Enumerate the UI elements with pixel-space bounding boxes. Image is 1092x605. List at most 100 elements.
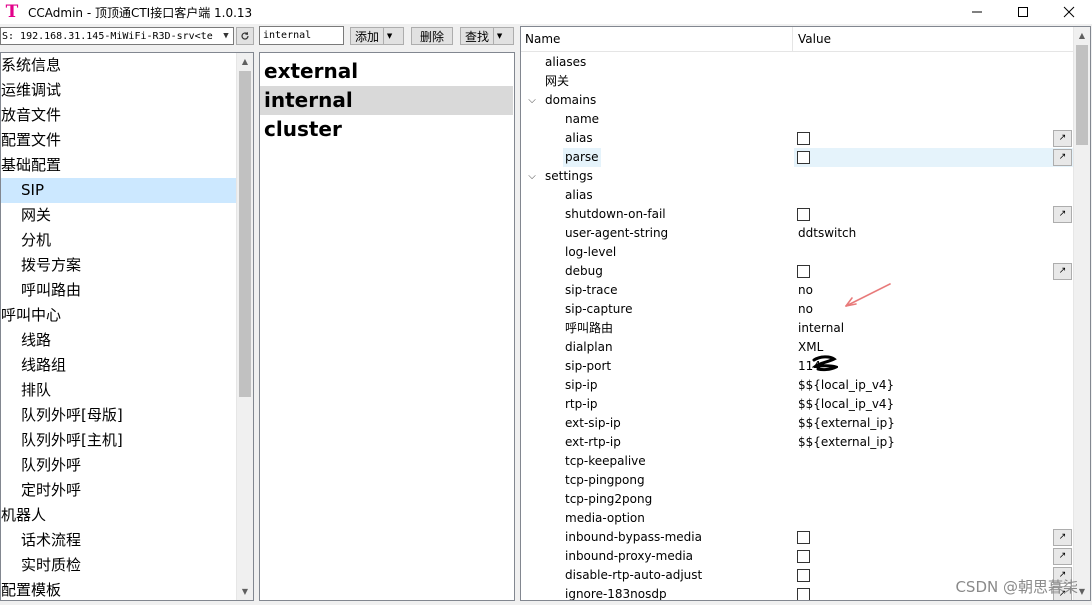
property-row[interactable]: inbound-bypass-media ↗ [521, 528, 1074, 547]
property-row[interactable]: rtp-ip $${local_ip_v4} [521, 395, 1074, 414]
property-row[interactable]: user-agent-string ddtswitch [521, 224, 1074, 243]
property-value[interactable]: no [794, 300, 1074, 319]
nav-item[interactable]: 线路 [1, 328, 237, 353]
nav-item[interactable]: 系统信息 [1, 53, 237, 78]
property-value[interactable] [794, 53, 1074, 72]
property-row[interactable]: inbound-proxy-media ↗ [521, 547, 1074, 566]
nav-item[interactable]: 队列外呼 [1, 453, 237, 478]
property-value[interactable]: $${external_ip} [794, 414, 1074, 433]
profile-item[interactable]: external [260, 57, 514, 86]
property-checkbox[interactable] [797, 531, 810, 544]
nav-item[interactable]: 分机 [1, 228, 237, 253]
property-row[interactable]: ⌵ domains [521, 91, 1074, 110]
edit-value-button[interactable]: ↗ [1053, 263, 1072, 280]
property-row[interactable]: log-level [521, 243, 1074, 262]
nav-item[interactable]: 拨号方案 [1, 253, 237, 278]
nav-item[interactable]: 配置文件 [1, 128, 237, 153]
property-value[interactable]: no [794, 281, 1074, 300]
host-select[interactable]: S: 192.168.31.145-MiWiFi-R3D-srv<te ▼ [0, 27, 234, 45]
property-row[interactable]: dialplan XML [521, 338, 1074, 357]
property-value[interactable]: internal [794, 319, 1074, 338]
nav-item[interactable]: 排队 [1, 378, 237, 403]
property-row[interactable]: tcp-ping2pong [521, 490, 1074, 509]
property-row[interactable]: debug ↗ [521, 262, 1074, 281]
property-checkbox[interactable] [797, 151, 810, 164]
nav-item[interactable]: 运维调试 [1, 78, 237, 103]
property-value[interactable] [794, 91, 1074, 110]
property-value[interactable] [794, 110, 1074, 129]
property-row[interactable]: alias ↗ [521, 129, 1074, 148]
nav-item[interactable]: 机器人 [1, 503, 237, 528]
property-row[interactable]: 呼叫路由 internal [521, 319, 1074, 338]
property-row[interactable]: tcp-pingpong [521, 471, 1074, 490]
property-checkbox[interactable] [797, 265, 810, 278]
property-value[interactable] [794, 452, 1074, 471]
property-checkbox[interactable] [797, 588, 810, 600]
add-button[interactable]: 添加 ▼ [350, 27, 404, 45]
property-value[interactable]: $${external_ip} [794, 433, 1074, 452]
property-checkbox[interactable] [797, 132, 810, 145]
nav-item[interactable]: 呼叫中心 [1, 303, 237, 328]
refresh-button[interactable] [236, 27, 254, 45]
close-button[interactable] [1046, 0, 1092, 24]
nav-item[interactable]: 放音文件 [1, 103, 237, 128]
property-value[interactable] [794, 471, 1074, 490]
scroll-thumb[interactable] [1076, 45, 1088, 145]
scroll-thumb[interactable] [239, 71, 251, 397]
nav-item[interactable]: 线路组 [1, 353, 237, 378]
nav-scrollbar[interactable]: ▲ ▼ [236, 53, 253, 600]
property-row[interactable]: sip-trace no [521, 281, 1074, 300]
property-value[interactable] [794, 72, 1074, 91]
property-value[interactable]: $${local_ip_v4} [794, 376, 1074, 395]
search-input[interactable] [259, 26, 344, 45]
property-value[interactable]: ddtswitch [794, 224, 1074, 243]
scroll-up-icon[interactable]: ▲ [1074, 27, 1090, 44]
edit-value-button[interactable]: ↗ [1053, 206, 1072, 223]
property-row[interactable]: 网关 [521, 72, 1074, 91]
nav-item[interactable]: 实时质检 [1, 553, 237, 578]
profile-item[interactable]: internal [260, 86, 513, 115]
minimize-button[interactable] [954, 0, 1000, 24]
property-checkbox[interactable] [797, 569, 810, 582]
nav-item[interactable]: SIP [1, 178, 237, 203]
property-value[interactable] [794, 243, 1074, 262]
property-value[interactable]: $${local_ip_v4} [794, 395, 1074, 414]
edit-value-button[interactable]: ↗ [1053, 529, 1072, 546]
property-row[interactable]: media-option [521, 509, 1074, 528]
property-checkbox[interactable] [797, 550, 810, 563]
expand-chevron-icon[interactable]: ⌵ [526, 167, 538, 186]
property-row[interactable]: sip-ip $${local_ip_v4} [521, 376, 1074, 395]
profile-item[interactable]: cluster [260, 115, 514, 144]
property-checkbox[interactable] [797, 208, 810, 221]
nav-item[interactable]: 呼叫路由 [1, 278, 237, 303]
grid-scrollbar[interactable]: ▲ ▼ [1073, 27, 1090, 600]
property-row[interactable]: name [521, 110, 1074, 129]
property-row[interactable]: shutdown-on-fail ↗ [521, 205, 1074, 224]
property-value[interactable] [794, 186, 1074, 205]
property-value[interactable] [794, 490, 1074, 509]
property-value[interactable] [794, 167, 1074, 186]
property-row[interactable]: sip-port 114 [521, 357, 1074, 376]
scroll-down-icon[interactable]: ▼ [237, 583, 253, 600]
property-row[interactable]: ext-sip-ip $${external_ip} [521, 414, 1074, 433]
property-row[interactable]: alias [521, 186, 1074, 205]
edit-value-button[interactable]: ↗ [1053, 149, 1072, 166]
property-row[interactable]: ⌵ settings [521, 167, 1074, 186]
delete-button[interactable]: 删除 [411, 27, 453, 45]
property-value[interactable] [794, 509, 1074, 528]
property-row[interactable]: sip-capture no [521, 300, 1074, 319]
nav-item[interactable]: 队列外呼[主机] [1, 428, 237, 453]
property-row[interactable]: ext-rtp-ip $${external_ip} [521, 433, 1074, 452]
find-dropdown-icon[interactable]: ▼ [493, 28, 505, 44]
nav-item[interactable]: 话术流程 [1, 528, 237, 553]
nav-item[interactable]: 队列外呼[母版] [1, 403, 237, 428]
edit-value-button[interactable]: ↗ [1053, 130, 1072, 147]
maximize-button[interactable] [1000, 0, 1046, 24]
value-column-header[interactable]: Value [794, 27, 1074, 52]
expand-chevron-icon[interactable]: ⌵ [526, 91, 538, 110]
nav-item[interactable]: 配置模板 [1, 578, 237, 600]
property-row[interactable]: tcp-keepalive [521, 452, 1074, 471]
nav-item[interactable]: 网关 [1, 203, 237, 228]
edit-value-button[interactable]: ↗ [1053, 548, 1072, 565]
add-dropdown-icon[interactable]: ▼ [383, 28, 395, 44]
